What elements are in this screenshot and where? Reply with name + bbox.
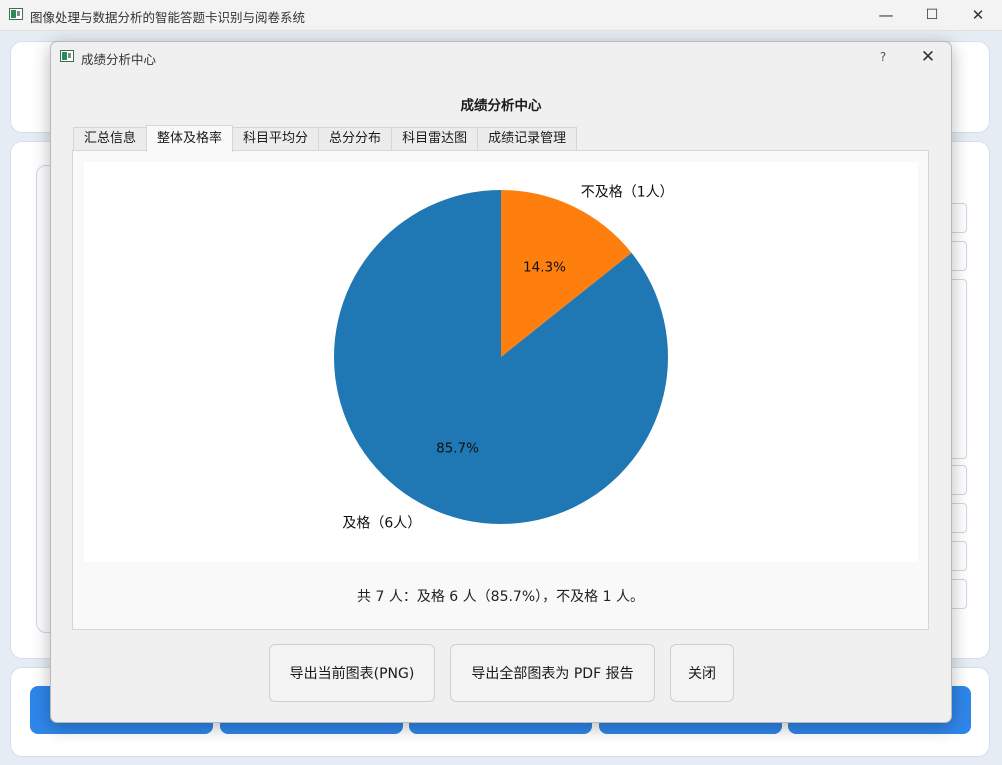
pie-category-label-0: 不及格（1人） (581, 184, 674, 200)
pie-chart: 14.3% 不及格（1人） 85.7% 及格（6人） (334, 184, 674, 532)
dialog-heading: 成绩分析中心 (460, 98, 542, 114)
close-button[interactable]: 关闭 (670, 644, 734, 702)
tab-bar: 汇总信息 整体及格率 科目平均分 总分分布 科目雷达图 成绩记录管理 (73, 125, 578, 152)
tab-subject-radar[interactable]: 科目雷达图 (391, 127, 479, 151)
pie-percent-label-1: 85.7% (436, 440, 479, 456)
analysis-dialog: 成绩分析中心 ? ✕ 成绩分析中心 汇总信息 整体及格率 科目平均分 总分分布 … (50, 41, 952, 723)
export-png-button[interactable]: 导出当前图表(PNG) (269, 644, 435, 702)
app-icon (9, 8, 23, 20)
maximize-icon[interactable]: ☐ (909, 0, 955, 30)
main-window-titlebar: 图像处理与数据分析的智能答题卡识别与阅卷系统 — ☐ ✕ (0, 0, 1002, 31)
minimize-icon[interactable]: — (863, 0, 909, 30)
pie-category-label-1: 及格（6人） (342, 516, 421, 532)
chart-canvas: 14.3% 不及格（1人） 85.7% 及格（6人） (84, 162, 918, 562)
tab-subject-average[interactable]: 科目平均分 (232, 127, 320, 151)
dialog-close-icon[interactable]: ✕ (913, 45, 943, 69)
main-window-title: 图像处理与数据分析的智能答题卡识别与阅卷系统 (30, 10, 306, 25)
tab-total-distribution[interactable]: 总分分布 (318, 127, 393, 151)
dialog-app-icon (60, 50, 74, 62)
dialog-titlebar: 成绩分析中心 ? ✕ (51, 42, 951, 72)
dialog-title: 成绩分析中心 (81, 52, 157, 67)
tab-panel: 14.3% 不及格（1人） 85.7% 及格（6人） 共 7 人：及格 6 人（85.… (72, 150, 929, 630)
pie-percent-label-0: 14.3% (523, 260, 566, 276)
tab-record-management[interactable]: 成绩记录管理 (477, 127, 578, 151)
tab-overall-pass-rate[interactable]: 整体及格率 (146, 125, 234, 152)
help-icon[interactable]: ? (873, 47, 893, 67)
close-icon[interactable]: ✕ (955, 0, 1001, 30)
tab-summary-info[interactable]: 汇总信息 (73, 127, 148, 151)
export-pdf-button[interactable]: 导出全部图表为 PDF 报告 (450, 644, 655, 702)
summary-text: 共 7 人：及格 6 人（85.7%），不及格 1 人。 (357, 589, 644, 605)
